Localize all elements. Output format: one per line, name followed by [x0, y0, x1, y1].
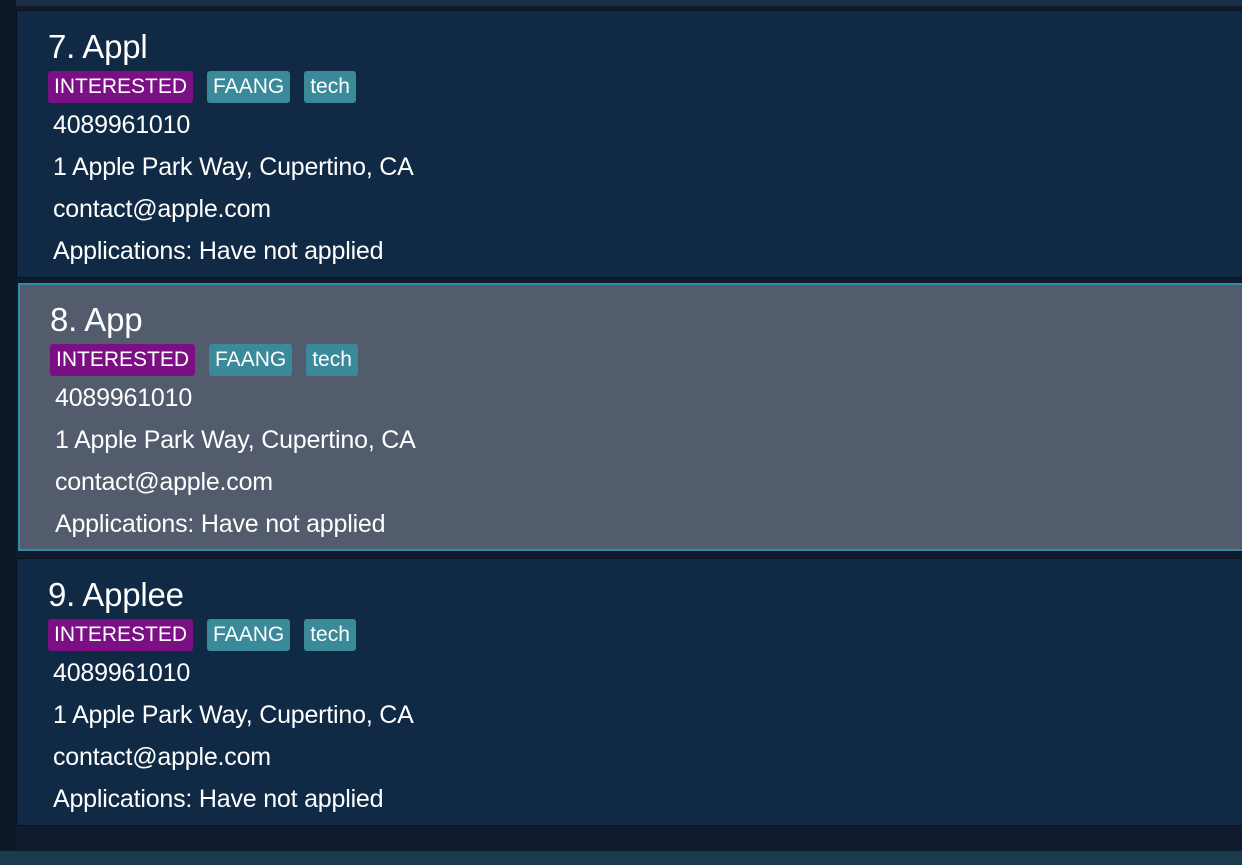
- address: 1 Apple Park Way, Cupertino, CA: [53, 701, 414, 729]
- company-card-content: 7. Appl INTERESTED FAANG tech 4089961010…: [48, 28, 414, 272]
- tag-row: INTERESTED FAANG tech: [48, 619, 414, 651]
- tag-tech: tech: [304, 619, 356, 651]
- company-index: 7.: [48, 28, 76, 65]
- status-tag: INTERESTED: [50, 344, 196, 376]
- email: contact@apple.com: [53, 743, 271, 771]
- tag-tech: tech: [306, 344, 358, 376]
- company-card[interactable]: 7. Appl INTERESTED FAANG tech 4089961010…: [16, 10, 1242, 278]
- tag-faang: FAANG: [207, 619, 291, 651]
- tag-row: INTERESTED FAANG tech: [48, 71, 414, 103]
- phone-number: 4089961010: [55, 384, 193, 412]
- company-name-text: App: [84, 301, 143, 338]
- status-tag: INTERESTED: [48, 71, 194, 103]
- left-rail: [0, 0, 16, 850]
- company-name-text: Applee: [82, 576, 184, 613]
- bottom-panel-edge: [0, 850, 1242, 865]
- tag-faang: FAANG: [209, 344, 293, 376]
- company-card-content: 9. Applee INTERESTED FAANG tech 40899610…: [48, 576, 414, 820]
- tag-row: INTERESTED FAANG tech: [50, 344, 416, 376]
- company-name: 7. Appl: [48, 28, 414, 66]
- applications-status: Applications: Have not applied: [55, 510, 386, 538]
- tag-tech: tech: [304, 71, 356, 103]
- company-index: 9.: [48, 576, 76, 613]
- company-card-selected[interactable]: 8. App INTERESTED FAANG tech 4089961010 …: [18, 283, 1242, 551]
- applications-status: Applications: Have not applied: [53, 237, 384, 265]
- company-card-content: 8. App INTERESTED FAANG tech 4089961010 …: [50, 301, 416, 545]
- status-tag: INTERESTED: [48, 619, 194, 651]
- company-name: 9. Applee: [48, 576, 414, 614]
- phone-number: 4089961010: [53, 659, 191, 687]
- address: 1 Apple Park Way, Cupertino, CA: [55, 426, 416, 454]
- company-index: 8.: [50, 301, 78, 338]
- company-name-text: Appl: [82, 28, 148, 65]
- email: contact@apple.com: [53, 195, 271, 223]
- applications-status: Applications: Have not applied: [53, 785, 384, 813]
- email: contact@apple.com: [55, 468, 273, 496]
- address: 1 Apple Park Way, Cupertino, CA: [53, 153, 414, 181]
- previous-card-edge: [16, 0, 1242, 6]
- company-name: 8. App: [50, 301, 416, 339]
- company-card[interactable]: 9. Applee INTERESTED FAANG tech 40899610…: [16, 558, 1242, 826]
- tag-faang: FAANG: [207, 71, 291, 103]
- phone-number: 4089961010: [53, 111, 191, 139]
